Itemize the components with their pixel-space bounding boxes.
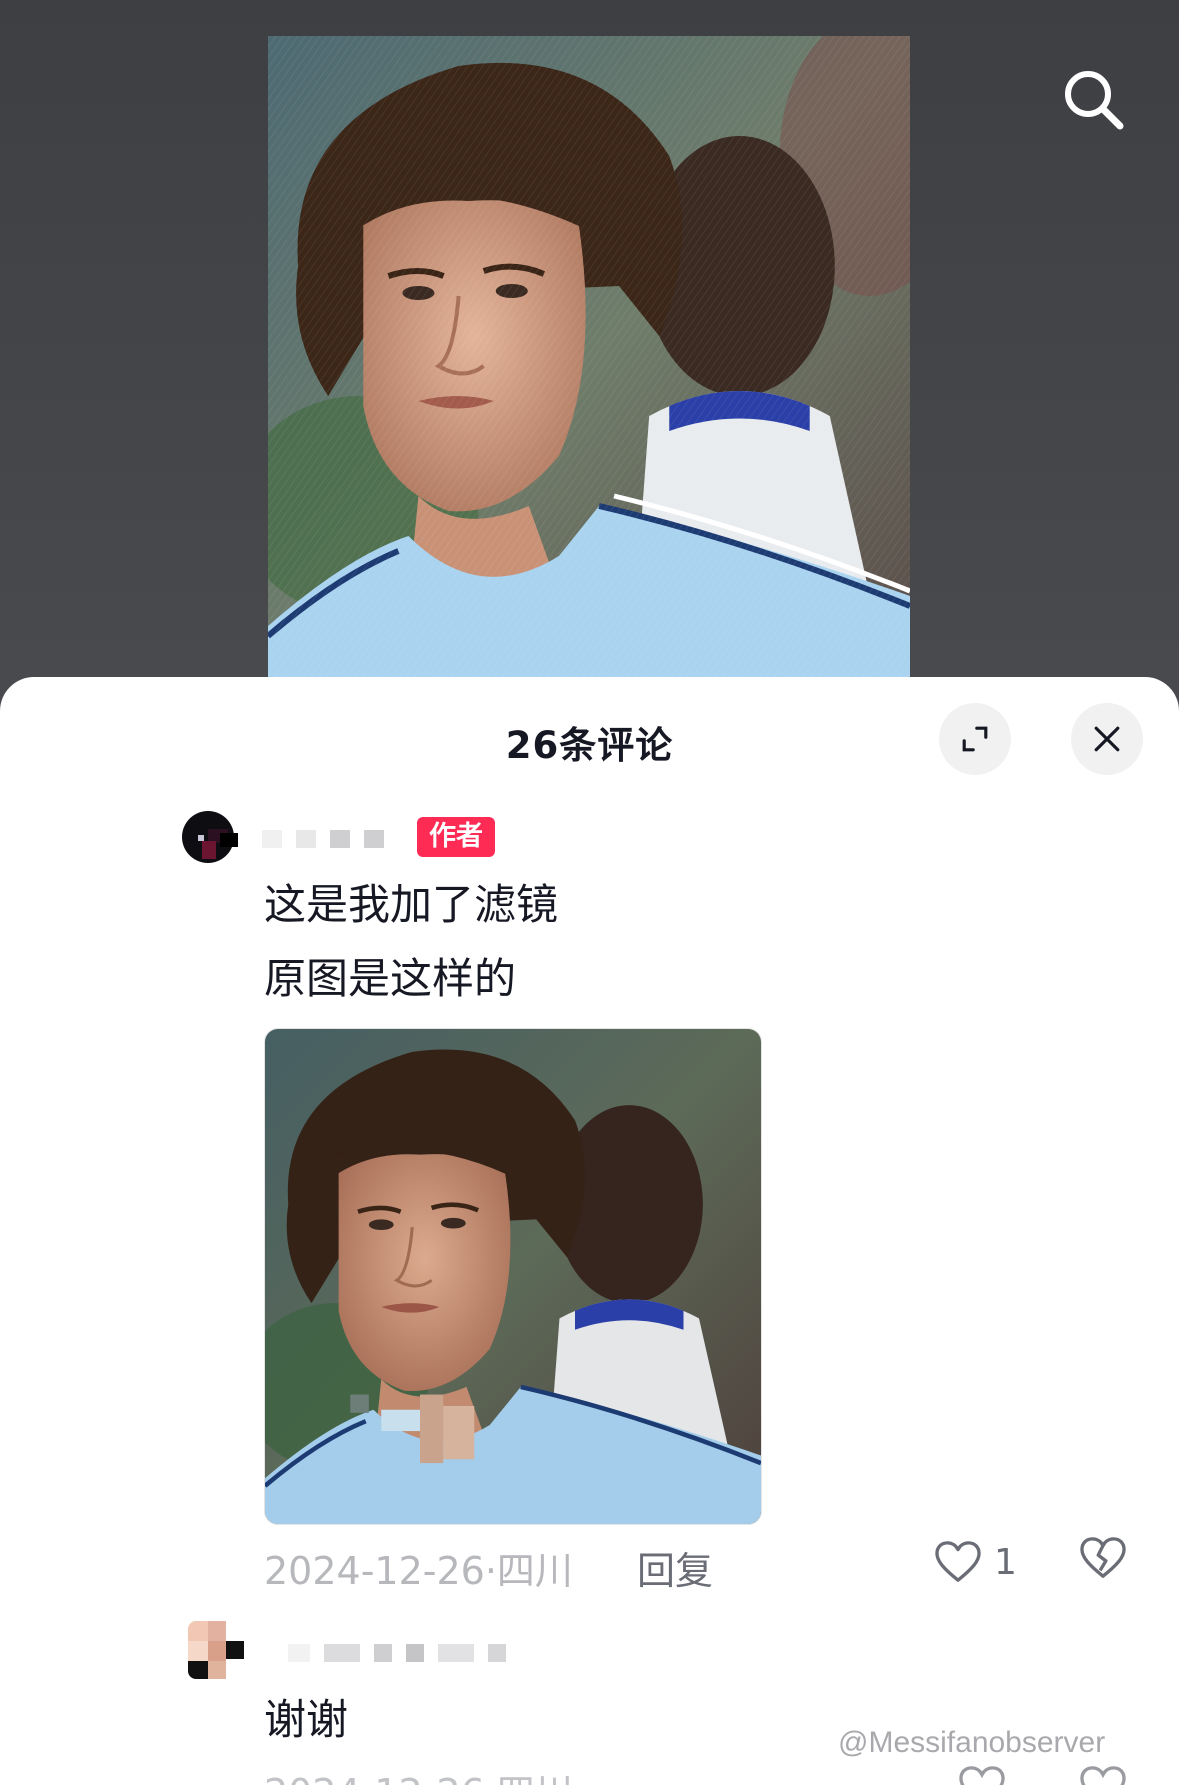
expand-button[interactable] (939, 703, 1011, 775)
comments-sheet: 26条评论 作者 这是我加了滤镜 原图是这样的 2024-12-26·四川 回复… (0, 677, 1179, 1785)
comment-avatar[interactable] (188, 1621, 246, 1679)
reply-button[interactable]: 回复 (637, 1540, 713, 1595)
video-portrait-image (268, 36, 910, 686)
comment-meta: 2024-12-26·四川 (264, 1762, 573, 1785)
dislike-button[interactable] (1079, 1536, 1129, 1586)
expand-icon (962, 726, 988, 752)
dislike-button[interactable] (1079, 1765, 1129, 1785)
comment-text-line: 这是我加了滤镜 (264, 880, 559, 929)
broken-heart-icon (1080, 1537, 1126, 1578)
close-icon (1094, 726, 1120, 752)
author-badge: 作者 (417, 817, 495, 857)
comment-username[interactable] (262, 830, 384, 848)
close-button[interactable] (1071, 703, 1143, 775)
heart-icon (959, 1766, 1005, 1785)
like-button[interactable] (958, 1765, 1008, 1785)
comment-avatar[interactable] (180, 807, 244, 871)
search-button[interactable] (1058, 64, 1128, 134)
comment-image[interactable] (264, 1028, 762, 1525)
comment-text-line: 谢谢 (264, 1695, 349, 1744)
search-icon (1065, 71, 1124, 130)
watermark: @Messifanobserver (838, 1726, 1106, 1759)
video-frame[interactable] (268, 36, 910, 686)
like-button[interactable]: 1 (934, 1536, 1017, 1588)
heart-icon (935, 1541, 981, 1582)
like-count: 1 (994, 1541, 1017, 1583)
comment-text-line: 原图是这样的 (264, 954, 517, 1003)
broken-heart-icon (1080, 1766, 1126, 1785)
comment-portrait-image (265, 1029, 761, 1524)
comment-meta: 2024-12-26·四川 (264, 1549, 573, 1593)
comment-username[interactable] (288, 1644, 506, 1662)
